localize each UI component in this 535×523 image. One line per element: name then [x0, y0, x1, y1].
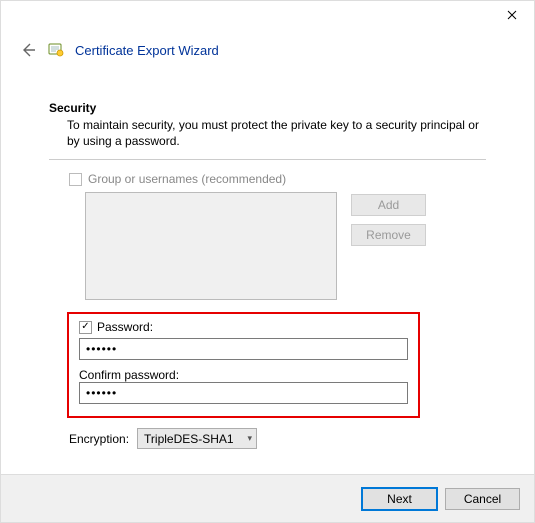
- encryption-label: Encryption:: [69, 432, 129, 446]
- next-button[interactable]: Next: [362, 488, 437, 510]
- wizard-title: Certificate Export Wizard: [75, 43, 219, 58]
- wizard-footer: Next Cancel: [1, 474, 534, 522]
- back-arrow-icon: [20, 42, 36, 58]
- section-description: To maintain security, you must protect t…: [49, 115, 486, 159]
- group-side-buttons: Add Remove: [351, 192, 426, 300]
- remove-button: Remove: [351, 224, 426, 246]
- close-button[interactable]: [489, 1, 534, 29]
- encryption-selected-value: TripleDES-SHA1: [144, 432, 234, 446]
- password-highlight-box: Password: Confirm password:: [67, 312, 420, 418]
- group-listbox-row: Add Remove: [49, 192, 486, 300]
- password-checkbox-row: Password:: [79, 320, 408, 334]
- close-icon: [507, 10, 517, 20]
- back-button[interactable]: [19, 41, 37, 59]
- encryption-row: Encryption: TripleDES-SHA1 ▾: [49, 428, 486, 449]
- group-usernames-listbox: [85, 192, 337, 300]
- group-usernames-row: Group or usernames (recommended): [49, 172, 486, 186]
- titlebar: [1, 1, 534, 33]
- confirm-password-input[interactable]: [79, 382, 408, 404]
- password-input[interactable]: [79, 338, 408, 360]
- wizard-content: Security To maintain security, you must …: [1, 101, 534, 449]
- divider: [49, 159, 486, 160]
- certificate-wizard-icon: [47, 41, 65, 59]
- chevron-down-icon: ▾: [248, 433, 253, 444]
- group-usernames-label: Group or usernames (recommended): [88, 172, 286, 186]
- encryption-select[interactable]: TripleDES-SHA1 ▾: [137, 428, 257, 449]
- password-checkbox[interactable]: [79, 321, 92, 334]
- add-button: Add: [351, 194, 426, 216]
- password-label: Password:: [97, 320, 153, 334]
- confirm-password-label: Confirm password:: [79, 368, 408, 382]
- group-usernames-checkbox: [69, 173, 82, 186]
- wizard-header: Certificate Export Wizard: [1, 33, 534, 73]
- cancel-button[interactable]: Cancel: [445, 488, 520, 510]
- section-heading: Security: [49, 101, 486, 115]
